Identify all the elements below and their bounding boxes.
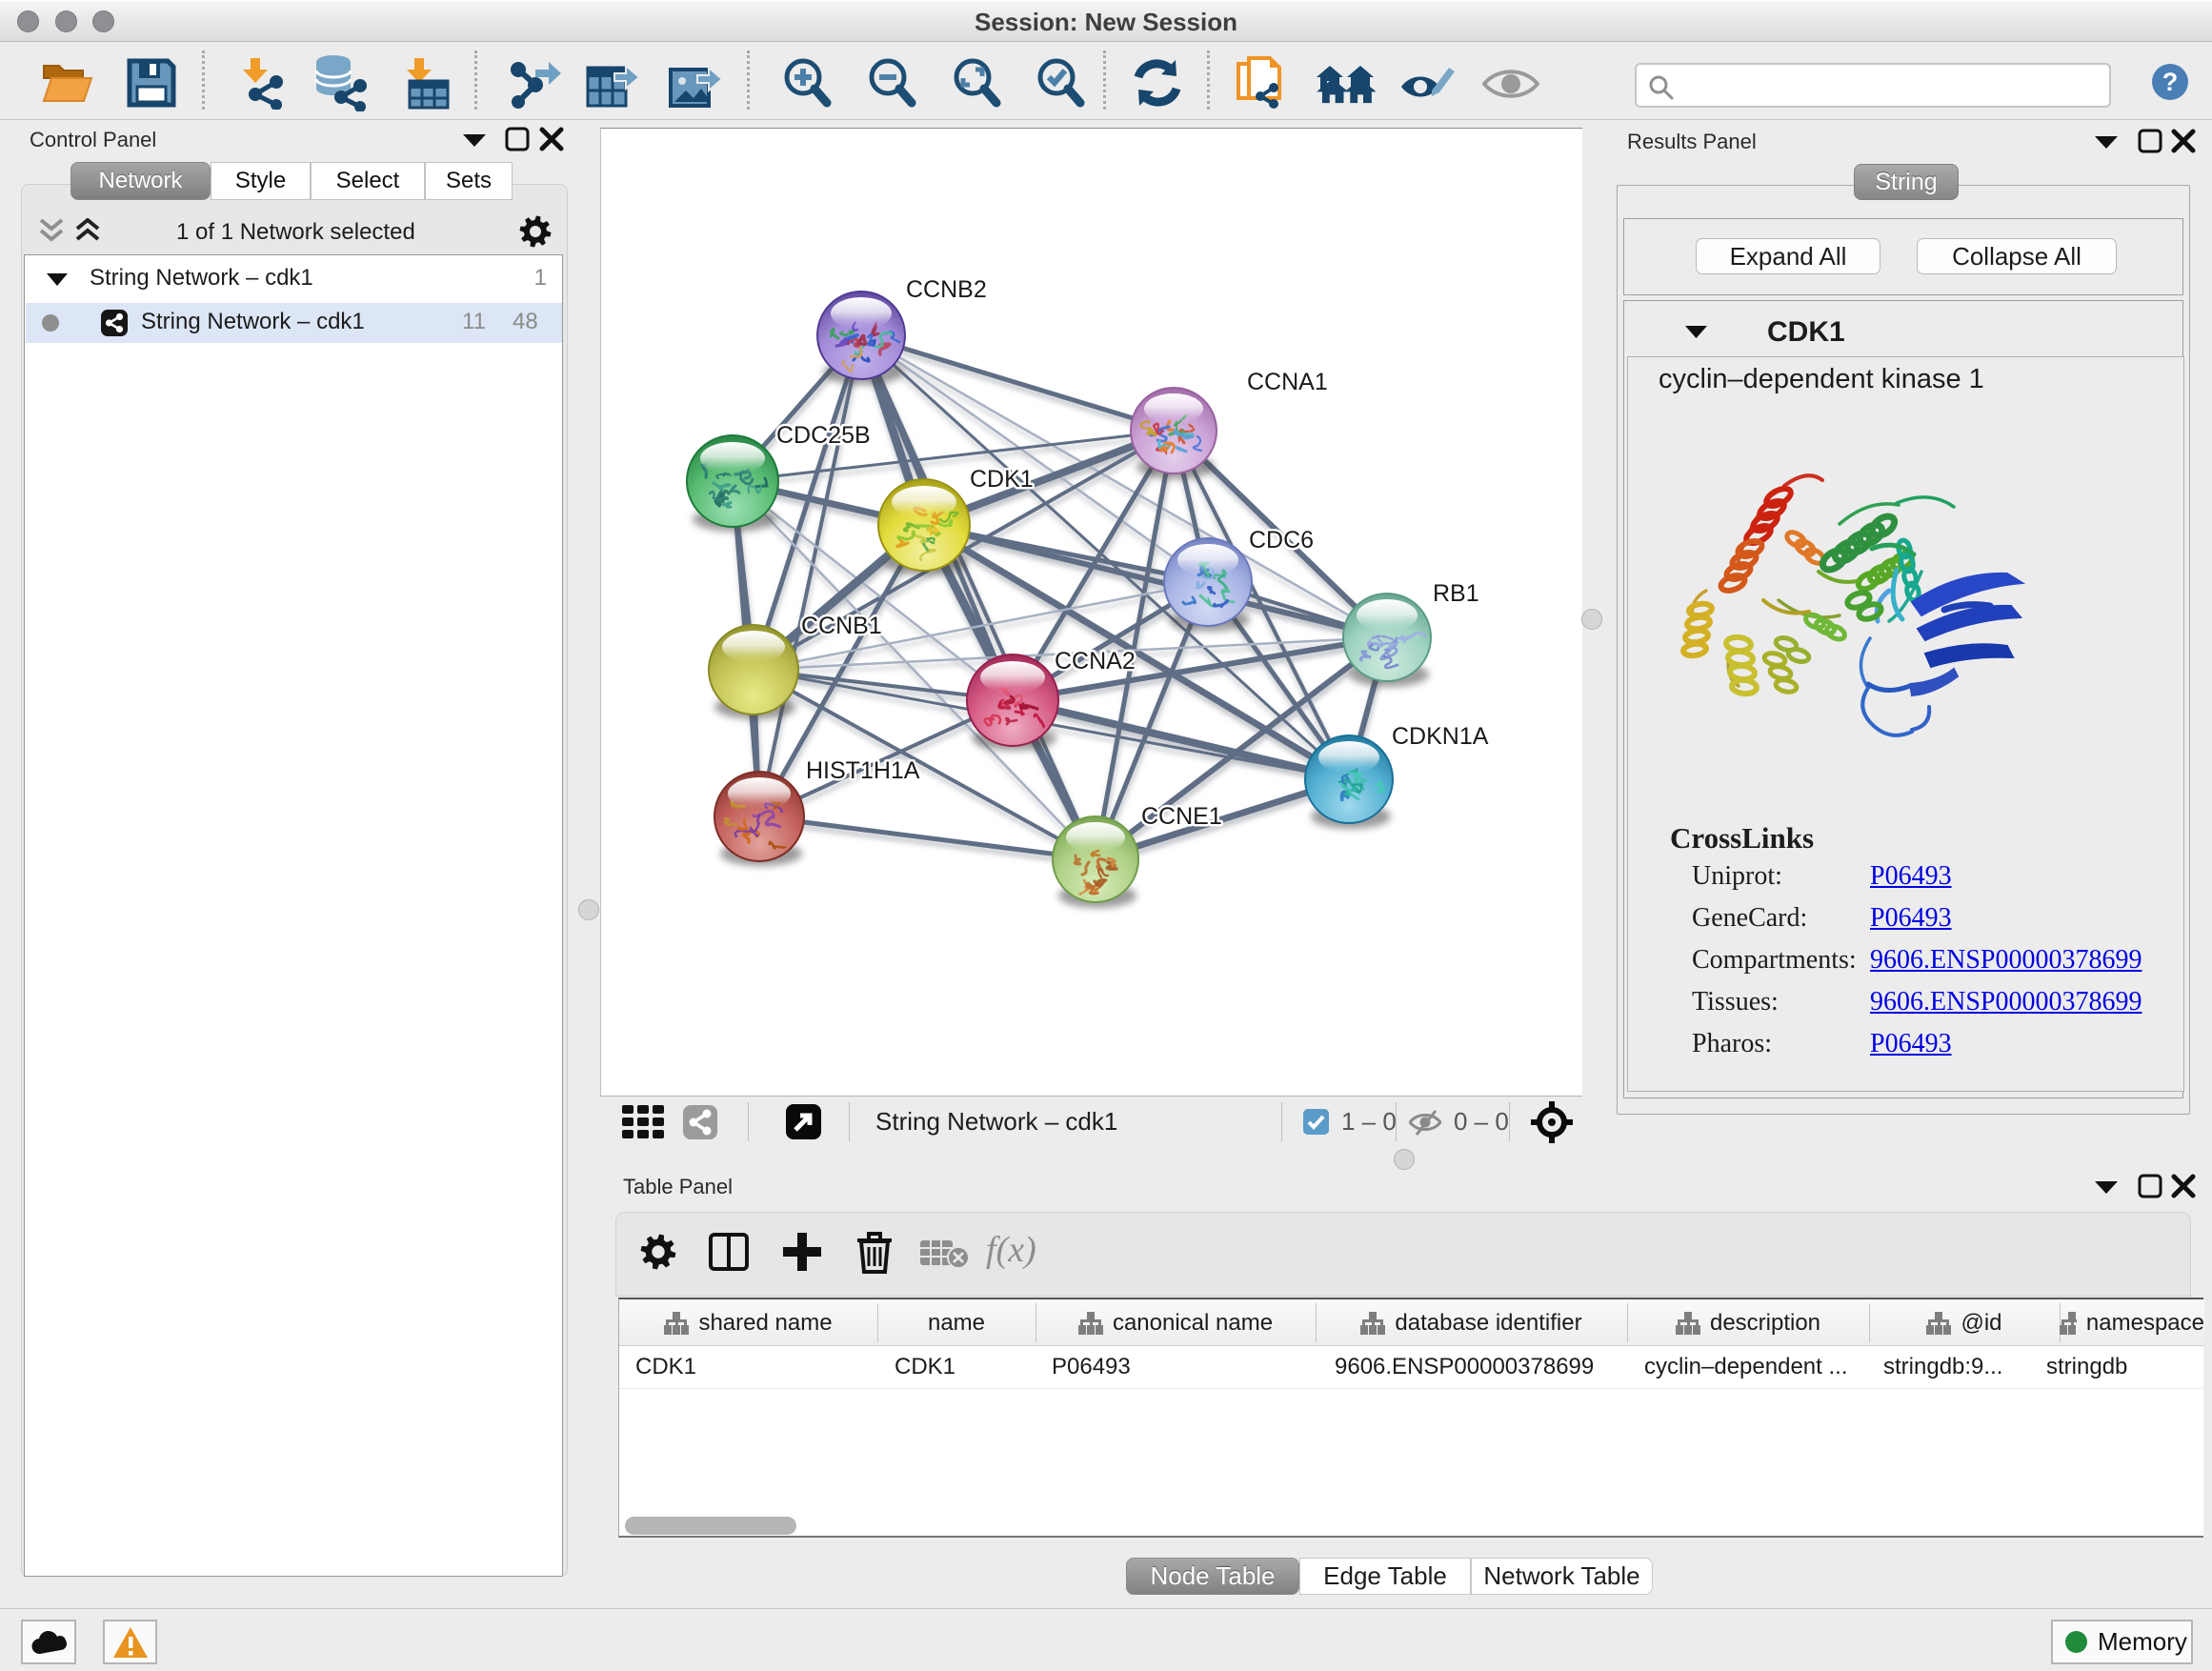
svg-text:CDC6: CDC6 — [1249, 527, 1314, 554]
svg-text:CCNA2: CCNA2 — [1055, 648, 1136, 674]
svg-text:CCNB2: CCNB2 — [906, 276, 987, 303]
svg-text:CCNB1: CCNB1 — [801, 613, 882, 639]
svg-text:CDC25B: CDC25B — [776, 422, 871, 449]
svg-text:?: ? — [2162, 68, 2179, 96]
svg-text:CCNE1: CCNE1 — [1141, 803, 1222, 830]
svg-text:CDKN1A: CDKN1A — [1392, 723, 1489, 750]
svg-text:HIST1H1A: HIST1H1A — [806, 757, 920, 784]
svg-text:RB1: RB1 — [1433, 580, 1479, 607]
svg-text:CCNA1: CCNA1 — [1247, 369, 1328, 395]
svg-text:CDK1: CDK1 — [970, 466, 1034, 493]
